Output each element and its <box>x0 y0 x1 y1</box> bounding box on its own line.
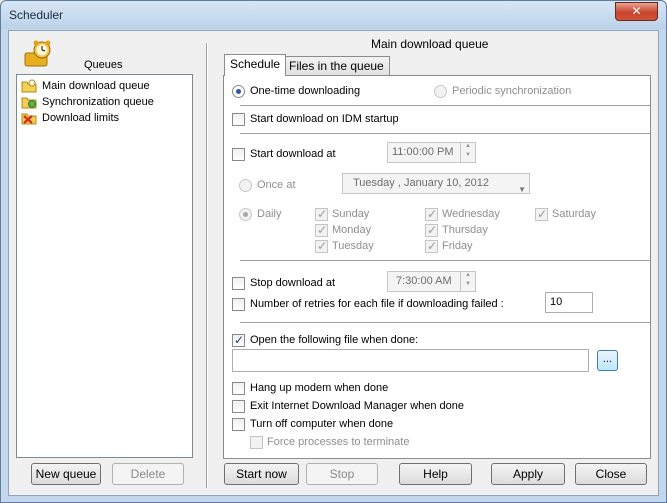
exit-idm-label: Exit Internet Download Manager when done <box>250 400 465 412</box>
queue-title: Main download queue <box>371 37 489 51</box>
tab-schedule[interactable]: Schedule <box>224 54 287 76</box>
date-picker[interactable]: Tuesday , January 10, 2012 ▼ <box>342 173 530 194</box>
stop-at-checkbox[interactable] <box>232 277 245 290</box>
wednesday-label: Wednesday <box>442 208 500 220</box>
retries-field[interactable]: 10 <box>545 292 593 313</box>
stop-time-value: 7:30:00 AM <box>396 275 452 287</box>
retries-value: 10 <box>550 296 563 308</box>
client-area: Queues Main download queue Synchronizati… <box>8 30 659 496</box>
schedule-panel: One-time downloading Periodic synchroniz… <box>223 75 651 459</box>
window-title: Scheduler <box>9 8 64 22</box>
tuesday-label: Tuesday <box>332 240 374 252</box>
start-time-spinner[interactable]: ▲ ▼ <box>460 142 475 163</box>
delete-queue-button[interactable]: Delete <box>112 463 184 485</box>
separator <box>240 133 650 135</box>
apply-button[interactable]: Apply <box>491 463 565 485</box>
sunday-checkbox[interactable] <box>315 207 328 221</box>
start-at-checkbox[interactable] <box>232 148 245 161</box>
periodic-radio[interactable] <box>434 85 447 98</box>
monday-label: Monday <box>332 224 372 236</box>
sunday-label: Sunday <box>332 208 370 220</box>
start-time-value: 11:00:00 PM <box>392 146 454 158</box>
tuesday-checkbox[interactable] <box>315 239 328 253</box>
hang-up-checkbox[interactable] <box>232 382 245 395</box>
friday-checkbox[interactable] <box>425 239 438 253</box>
help-button[interactable]: Help <box>399 463 472 485</box>
queue-item-main[interactable]: Main download queue <box>21 78 150 94</box>
stop-at-label: Stop download at <box>250 277 336 289</box>
date-value: Tuesday , January 10, 2012 <box>353 177 489 189</box>
queues-label: Queues <box>84 59 123 71</box>
open-file-checkbox[interactable] <box>232 333 245 347</box>
folder-clock-icon <box>21 79 37 93</box>
browse-button[interactable]: ... <box>597 350 618 371</box>
daily-radio[interactable] <box>239 208 252 221</box>
start-at-label: Start download at <box>250 148 336 160</box>
once-at-label: Once at <box>257 179 296 191</box>
window-close-button[interactable]: ✕ <box>615 2 658 21</box>
separator <box>240 322 650 324</box>
chevron-down-icon: ▼ <box>518 185 526 194</box>
wednesday-checkbox[interactable] <box>425 207 438 221</box>
limit-x-icon <box>21 113 37 125</box>
thursday-label: Thursday <box>442 224 488 236</box>
monday-checkbox[interactable] <box>315 223 328 237</box>
hang-up-label: Hang up modem when done <box>250 382 389 394</box>
retries-checkbox[interactable] <box>232 298 245 311</box>
one-time-radio[interactable] <box>232 85 245 98</box>
new-queue-button[interactable]: New queue <box>31 463 101 485</box>
scheduler-window: Scheduler ✕ Queues Main download queue S… <box>0 0 667 503</box>
daily-label: Daily <box>257 208 282 220</box>
open-file-label: Open the following file when done: <box>250 334 419 346</box>
queue-item-label: Main download queue <box>42 80 150 92</box>
start-time-field[interactable]: 11:00:00 PM ▲ ▼ <box>387 142 476 163</box>
queue-item-label: Synchronization queue <box>42 96 154 108</box>
alarm-clock-icon <box>24 40 51 67</box>
stop-time-field[interactable]: 7:30:00 AM ▲ ▼ <box>387 271 476 292</box>
tab-files-in-queue[interactable]: Files in the queue <box>283 56 390 76</box>
pane-divider <box>206 43 208 488</box>
start-now-button[interactable]: Start now <box>224 463 299 485</box>
queue-item-limits[interactable]: Download limits <box>21 110 119 126</box>
folder-sync-icon <box>21 97 37 109</box>
saturday-label: Saturday <box>552 208 597 220</box>
queue-item-label: Download limits <box>42 112 120 124</box>
friday-label: Friday <box>442 240 473 252</box>
title-bar[interactable]: Scheduler ✕ <box>1 1 666 29</box>
stop-time-spinner[interactable]: ▲ ▼ <box>460 271 475 292</box>
turn-off-checkbox[interactable] <box>232 418 245 431</box>
thursday-checkbox[interactable] <box>425 223 438 237</box>
close-button[interactable]: Close <box>575 463 647 485</box>
force-terminate-label: Force processes to terminate <box>267 436 410 448</box>
saturday-checkbox[interactable] <box>535 207 548 221</box>
force-terminate-checkbox[interactable] <box>250 436 263 449</box>
separator <box>240 260 650 262</box>
start-on-startup-label: Start download on IDM startup <box>250 113 399 125</box>
queue-item-sync[interactable]: Synchronization queue <box>21 94 154 110</box>
retries-label: Number of retries for each file if downl… <box>250 298 504 310</box>
exit-idm-checkbox[interactable] <box>232 400 245 413</box>
start-on-startup-checkbox[interactable] <box>232 113 245 126</box>
periodic-label: Periodic synchronization <box>452 85 572 97</box>
queue-list[interactable]: Main download queue Synchronization queu… <box>16 74 193 458</box>
once-at-radio[interactable] <box>239 179 252 192</box>
turn-off-label: Turn off computer when done <box>250 418 394 430</box>
one-time-label: One-time downloading <box>250 85 361 97</box>
separator <box>240 105 650 107</box>
open-file-path-input[interactable] <box>232 349 589 372</box>
stop-button[interactable]: Stop <box>306 463 378 485</box>
